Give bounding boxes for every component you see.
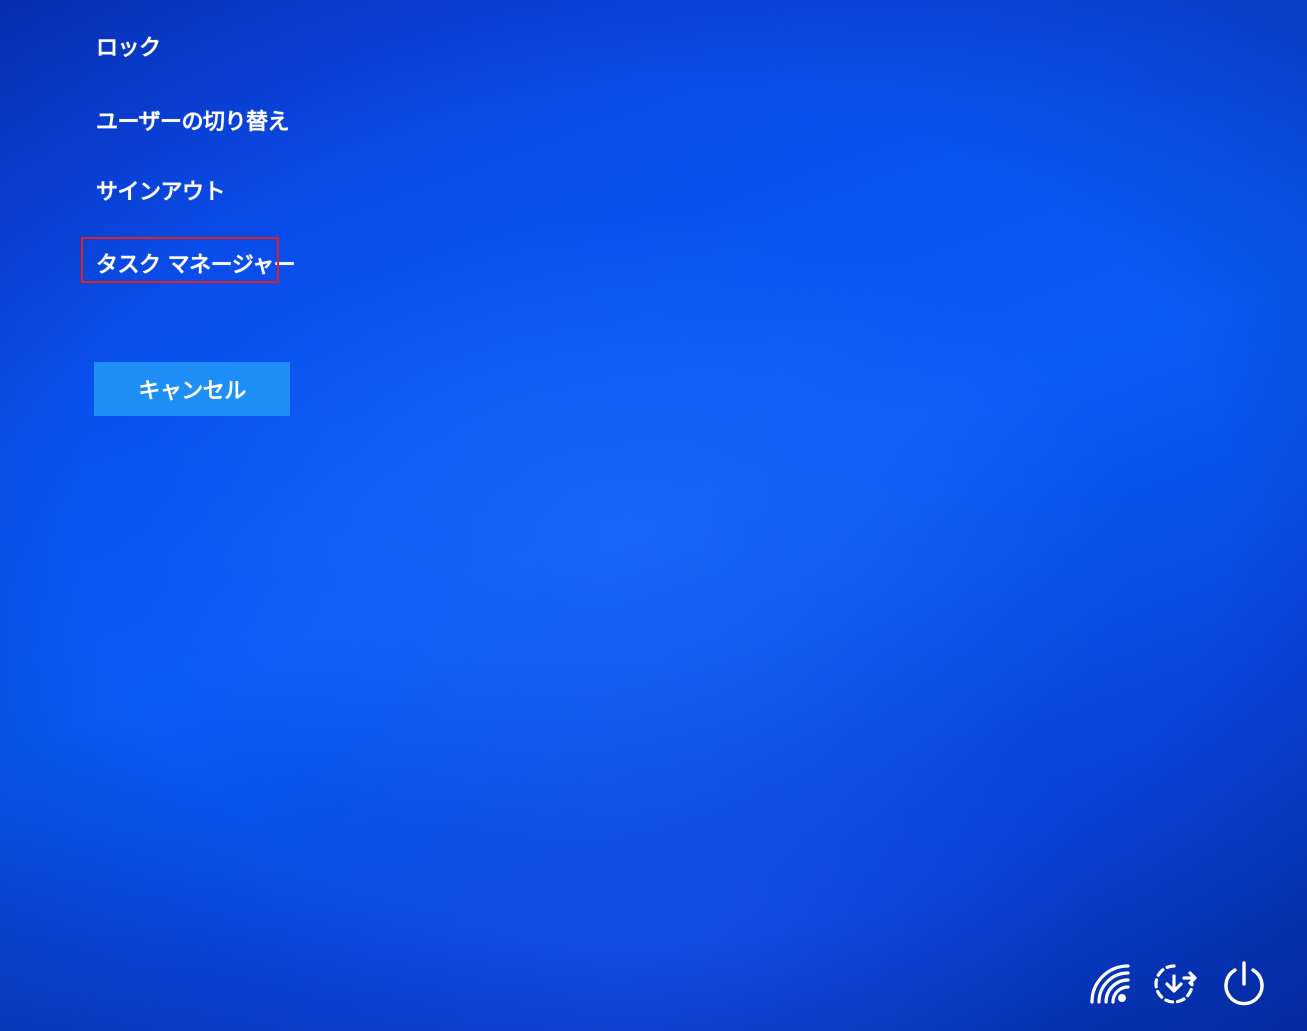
network-wifi-icon[interactable] [1084, 958, 1136, 1010]
power-icon[interactable] [1218, 958, 1270, 1010]
security-options-menu: ロック ユーザーの切り替え サインアウト タスク マネージャー [96, 0, 496, 320]
ease-of-access-icon[interactable] [1148, 958, 1200, 1010]
menu-item-lock[interactable]: ロック [96, 30, 161, 62]
cancel-button[interactable]: キャンセル [94, 362, 290, 416]
menu-item-task-manager[interactable]: タスク マネージャー [96, 247, 296, 279]
menu-item-sign-out[interactable]: サインアウト [96, 174, 226, 206]
menu-item-switch-user[interactable]: ユーザーの切り替え [96, 104, 290, 136]
